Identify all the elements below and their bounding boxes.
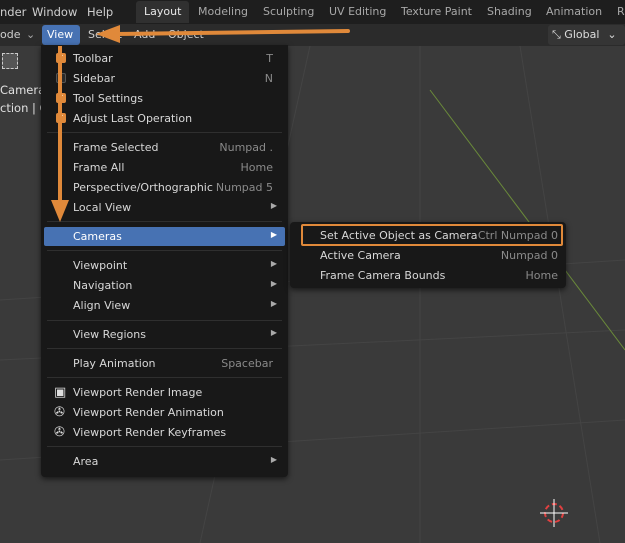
menu-item-viewpoint[interactable]: Viewpoint ▶	[44, 256, 285, 275]
menu-item-frame-selected[interactable]: Frame Selected Numpad .	[44, 138, 285, 157]
film-reel-icon: ✇	[54, 425, 65, 440]
menu-item-cameras[interactable]: Cameras ▶	[44, 227, 285, 246]
divider	[47, 221, 282, 222]
transform-orientation-icon: ⤡	[552, 28, 565, 41]
menu-select[interactable]: Select	[88, 28, 122, 41]
menu-window[interactable]: Window	[32, 5, 77, 19]
object-name: Camera	[0, 83, 46, 97]
menu-item-render-keyframes[interactable]: ✇ Viewport Render Keyframes	[44, 423, 285, 442]
menu-item-frame-camera-bounds[interactable]: Frame Camera Bounds Home	[290, 266, 566, 285]
submenu-arrow-icon: ▶	[270, 230, 277, 239]
menu-item-perspective-orthographic[interactable]: Perspective/Orthographic Numpad 5	[44, 178, 285, 197]
divider	[47, 132, 282, 133]
highlight-box	[301, 224, 563, 246]
submenu-arrow-icon: ▶	[270, 279, 277, 288]
submenu-arrow-icon: ▶	[270, 328, 277, 337]
render-still-icon: ▣	[54, 385, 67, 400]
tab-rendering[interactable]: R	[609, 1, 625, 23]
orientation-label: Global	[564, 28, 600, 41]
tab-shading[interactable]: Shading	[479, 1, 540, 23]
menu-object[interactable]: Object	[168, 28, 204, 41]
top-bar: nder Window Help Layout Modeling Sculpti…	[0, 0, 625, 24]
tab-layout[interactable]: Layout	[136, 1, 190, 23]
select-box-tool-icon[interactable]	[2, 53, 18, 69]
checkbox-icon[interactable]: ✓	[56, 93, 66, 103]
submenu-arrow-icon: ▶	[270, 455, 277, 464]
divider	[47, 250, 282, 251]
menu-item-render-animation[interactable]: ✇ Viewport Render Animation	[44, 403, 285, 422]
menu-view[interactable]: View	[42, 25, 80, 45]
divider	[47, 377, 282, 378]
chevron-down-icon: ⌄	[607, 28, 617, 41]
tab-texture-paint[interactable]: Texture Paint	[393, 1, 480, 23]
checkbox-icon[interactable]: ✓	[56, 113, 66, 123]
divider	[47, 348, 282, 349]
menu-item-adjust-last-operation[interactable]: ✓ Adjust Last Operation	[44, 109, 285, 128]
menu-item-view-regions[interactable]: View Regions ▶	[44, 325, 285, 344]
menu-item-frame-all[interactable]: Frame All Home	[44, 158, 285, 177]
menu-item-sidebar[interactable]: Sidebar N	[44, 69, 285, 88]
checkbox-icon[interactable]: ✓	[56, 53, 66, 63]
submenu-arrow-icon: ▶	[270, 259, 277, 268]
menu-item-local-view[interactable]: Local View ▶	[44, 198, 285, 217]
orientation-select[interactable]: ⤡ Global ⌄	[548, 25, 625, 45]
divider	[47, 320, 282, 321]
tab-modeling[interactable]: Modeling	[190, 1, 256, 23]
view-menu: ✓ Toolbar T Sidebar N ✓ Tool Settings ✓ Adjus…	[41, 45, 288, 477]
menu-item-play-animation[interactable]: Play Animation Spacebar	[44, 354, 285, 373]
chevron-down-icon: ⌄	[26, 28, 36, 41]
menu-add[interactable]: Add	[134, 28, 155, 41]
divider	[47, 446, 282, 447]
menu-render[interactable]: nder	[0, 5, 26, 19]
submenu-arrow-icon: ▶	[270, 201, 277, 210]
film-reel-icon: ✇	[54, 405, 65, 420]
menu-item-active-camera[interactable]: Active Camera Numpad 0	[290, 246, 566, 265]
menu-item-toolbar[interactable]: ✓ Toolbar T	[44, 49, 285, 68]
tab-animation[interactable]: Animation	[538, 1, 610, 23]
menu-item-tool-settings[interactable]: ✓ Tool Settings	[44, 89, 285, 108]
menu-item-area[interactable]: Area ▶	[44, 452, 285, 471]
mode-select[interactable]: ode	[0, 28, 20, 41]
menu-item-render-image[interactable]: ▣ Viewport Render Image	[44, 383, 285, 402]
tab-sculpting[interactable]: Sculpting	[255, 1, 322, 23]
menu-item-align-view[interactable]: Align View ▶	[44, 296, 285, 315]
menu-help[interactable]: Help	[87, 5, 113, 19]
tab-uv-editing[interactable]: UV Editing	[321, 1, 394, 23]
checkbox-icon[interactable]	[56, 73, 66, 83]
submenu-arrow-icon: ▶	[270, 299, 277, 308]
viewport-header: ode ⌄ Select Add Object	[0, 24, 625, 46]
menu-item-navigation[interactable]: Navigation ▶	[44, 276, 285, 295]
